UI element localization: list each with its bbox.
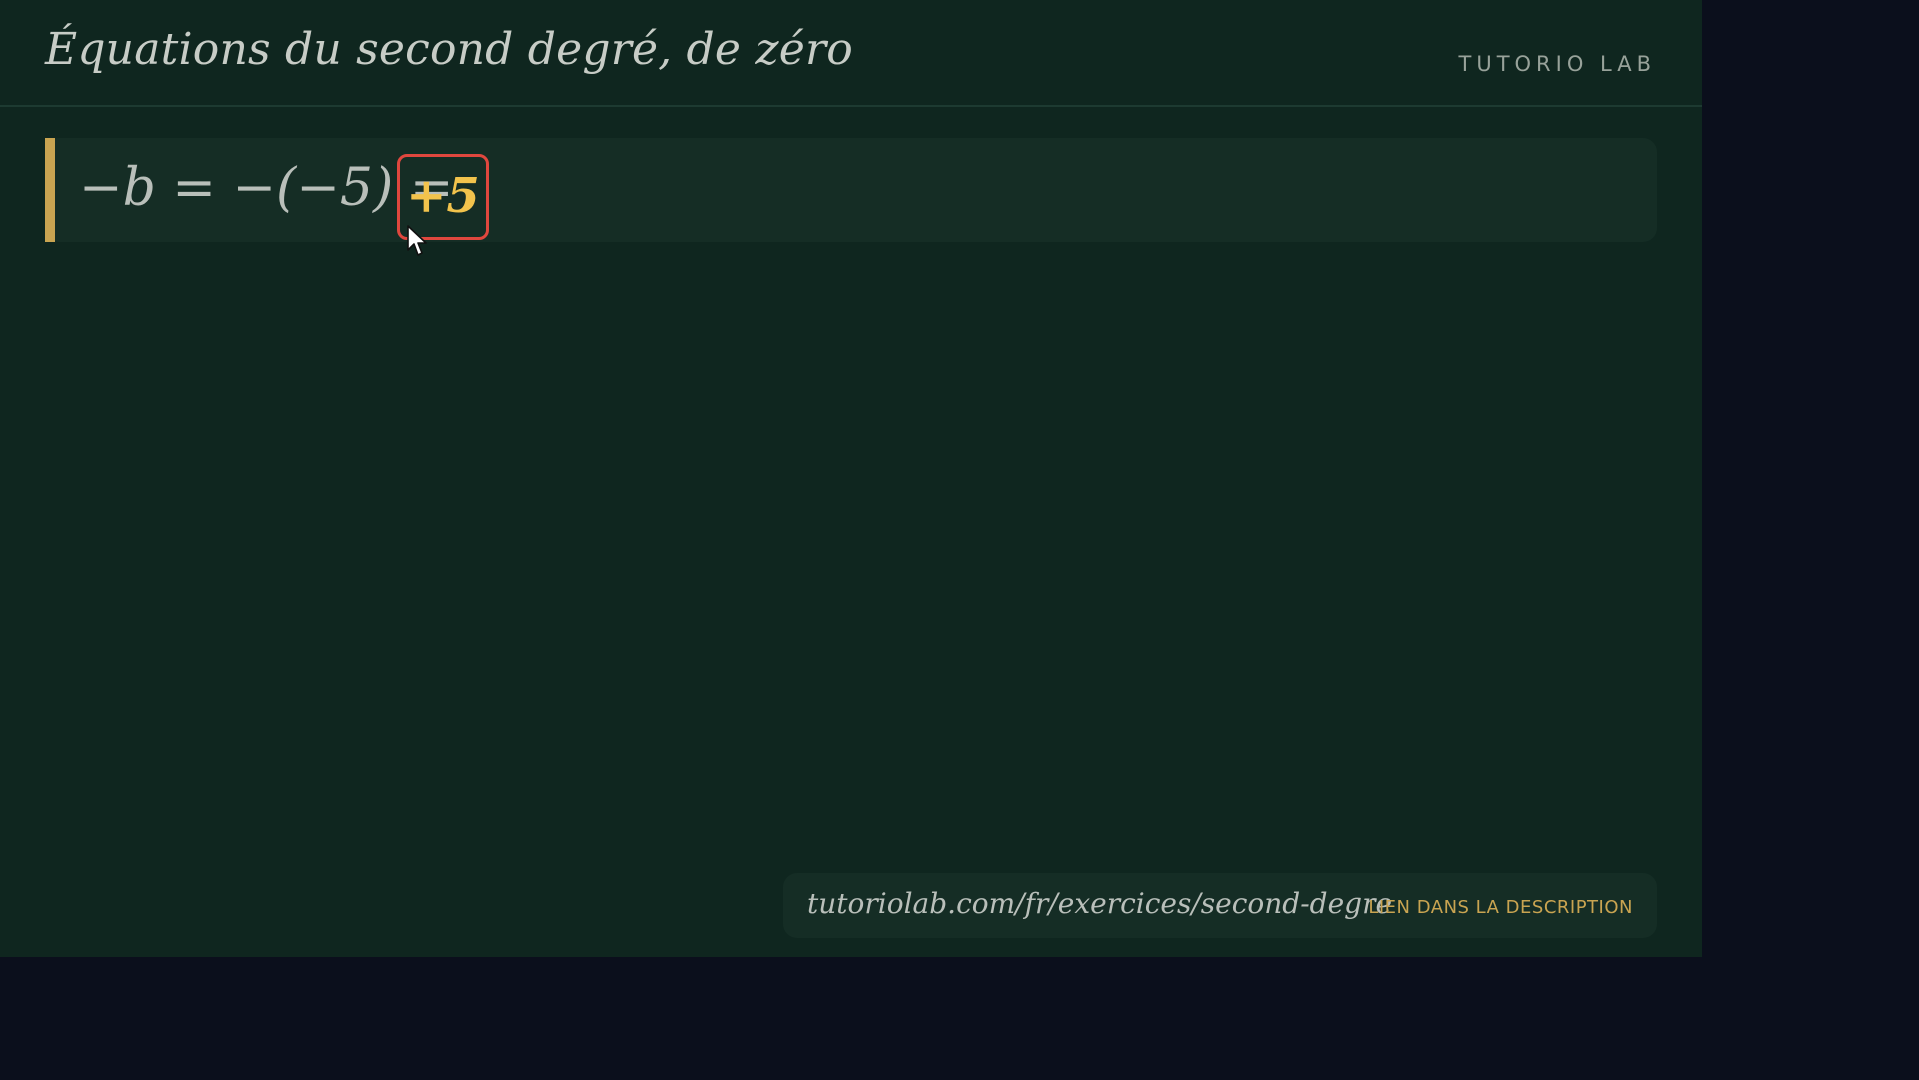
chalkboard: Équations du second degré, de zéro TUTOR… (0, 0, 1702, 957)
footer-note: LIEN DANS LA DESCRIPTION (1368, 897, 1633, 918)
page-title: Équations du second degré, de zéro (45, 24, 853, 75)
header: Équations du second degré, de zéro TUTOR… (0, 0, 1702, 107)
equation-card: −b = −(−5) = +5 (45, 138, 1657, 242)
footer-url[interactable]: tutoriolab.com/fr/exercices/second-degre (807, 887, 1392, 920)
footer-link-card[interactable]: tutoriolab.com/fr/exercices/second-degre… (783, 873, 1657, 938)
equation-accent-bar (45, 138, 55, 242)
brand-logo-text: TUTORIO LAB (1458, 52, 1656, 76)
mouse-pointer-icon (407, 225, 427, 256)
